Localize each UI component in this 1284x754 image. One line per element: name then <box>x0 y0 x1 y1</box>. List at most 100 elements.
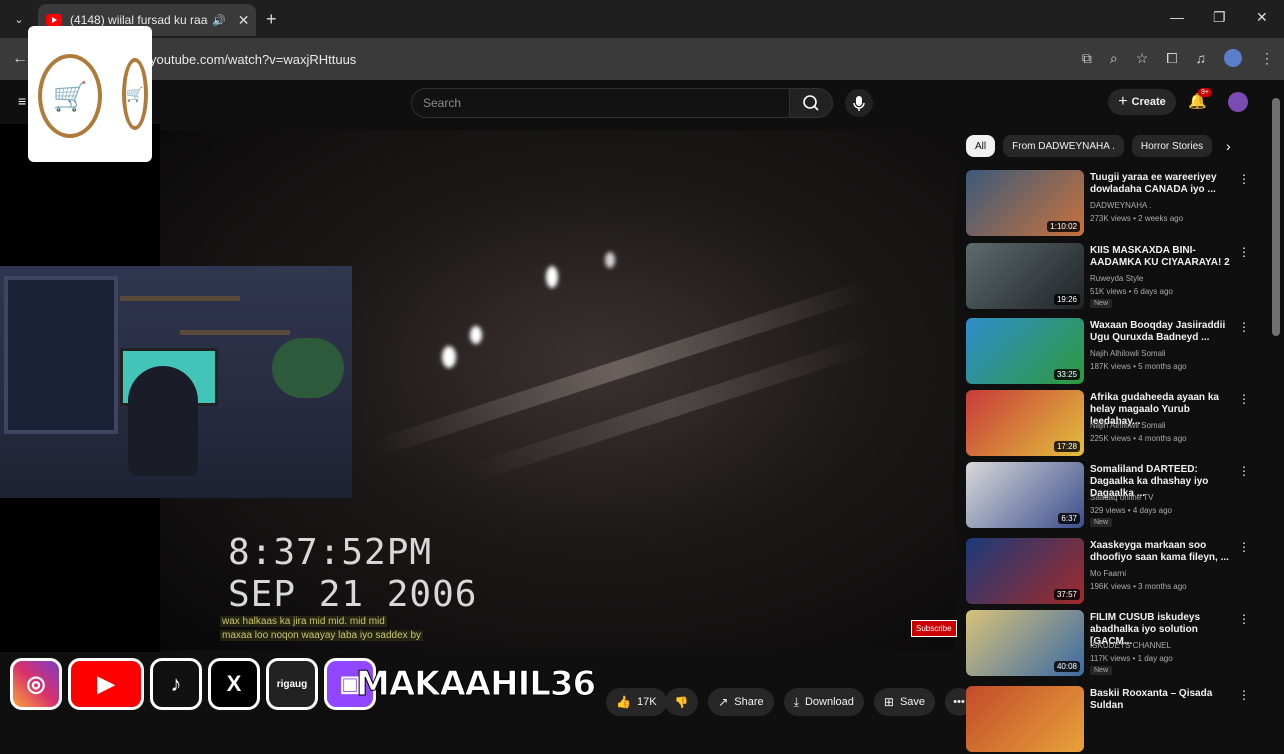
extensions-icon[interactable]: ⧠ <box>1166 50 1177 67</box>
download-icon: ⤓ <box>793 694 799 709</box>
browser-tabstrip: ⌄ (4148) wiilal fursad ku raadsa 🔊 ✕ + —… <box>0 0 1284 38</box>
video-timestamp-time: 8:37:52PM <box>228 532 433 573</box>
address-bar-url[interactable]: youtube.com/watch?v=waxjRHttuus <box>150 52 356 67</box>
video-thumbnail[interactable] <box>966 686 1084 752</box>
download-label: Download <box>804 696 854 708</box>
video-title[interactable]: KIIS MASKAXDA BINI-AADAMKA KU CIYAARAYA!… <box>1090 245 1236 269</box>
browser-menu-icon[interactable]: ⋮ <box>1260 50 1274 67</box>
more-options-icon[interactable]: ⋮ <box>1238 392 1250 406</box>
chip-horror-stories[interactable]: Horror Stories <box>1131 135 1213 157</box>
minimize-button[interactable]: — <box>1170 9 1184 25</box>
search-input[interactable]: Search <box>411 88 791 118</box>
share-button[interactable]: ↗ Share <box>708 688 774 716</box>
more-options-icon[interactable]: ⋮ <box>1238 172 1250 186</box>
video-title[interactable]: Tuugii yaraa ee wareeriyey dowladaha CAN… <box>1090 172 1236 196</box>
plant <box>272 338 344 398</box>
save-button[interactable]: ⊞ Save <box>873 688 936 716</box>
download-button[interactable]: ⤓ Download <box>783 688 864 716</box>
channel-name[interactable]: Najih Alhilowli Somali <box>1090 349 1166 358</box>
video-meta: 51K views • 6 days ago <box>1090 287 1173 296</box>
more-options-icon[interactable]: ⋮ <box>1238 320 1250 334</box>
video-thumbnail[interactable]: 37:57 <box>966 538 1084 604</box>
new-tab-button[interactable]: + <box>266 9 277 30</box>
guide-menu-icon[interactable]: ≡ <box>18 93 26 109</box>
video-thumbnail[interactable]: 6:37 <box>966 462 1084 528</box>
headlight <box>605 252 615 268</box>
chips-next-icon[interactable]: › <box>1226 138 1231 154</box>
subscribe-watermark[interactable]: Subscribe <box>911 620 957 637</box>
tab-title: (4148) wiilal fursad ku raadsa <box>70 13 208 27</box>
window-close-button[interactable]: ✕ <box>1256 9 1268 26</box>
channel-name[interactable]: Mo Faarni <box>1090 569 1126 578</box>
video-thumbnail[interactable]: 1:10:02 <box>966 170 1084 236</box>
tiktok-icon: ♪ <box>150 658 202 710</box>
video-meta: 187K views • 5 months ago <box>1090 362 1187 371</box>
new-badge: New <box>1090 518 1113 527</box>
create-button[interactable]: + Create <box>1108 89 1176 115</box>
video-thumbnail[interactable]: 19:26 <box>966 243 1084 309</box>
video-meta: 329 views • 4 days ago <box>1090 506 1172 515</box>
caption-line: maxaa loo noqon waayay laba iyo saddex b… <box>220 630 424 641</box>
video-thumbnail[interactable]: 17:28 <box>966 390 1084 456</box>
voice-search-button[interactable] <box>845 89 873 117</box>
recommendation-item[interactable]: 37:57 Xaaskeyga markaan soo dhoofiyo saan… <box>966 538 1256 606</box>
microphone-icon <box>853 96 865 111</box>
new-badge: New <box>1090 666 1113 675</box>
browser-toolbar: ← youtube.com/watch?v=waxjRHttuus ⧉ ⌕ ☆ … <box>0 38 1284 80</box>
recommendation-item[interactable]: 40:08 FILIM CUSUB iskudeys abadhalka iyo … <box>966 610 1256 678</box>
like-button[interactable]: 👍 17K <box>606 688 667 716</box>
video-title[interactable]: Baskii Rooxanta – Qisada Suldan <box>1090 688 1236 712</box>
more-options-icon[interactable]: ⋮ <box>1238 245 1250 259</box>
person-silhouette <box>128 366 198 476</box>
thumbs-down-icon: 👎 <box>674 696 689 709</box>
more-options-icon[interactable]: ⋮ <box>1238 612 1250 626</box>
youtube-header: ≡ Search + Create 🔔 9+ <box>0 80 1284 124</box>
tab-close-icon[interactable]: ✕ <box>238 12 250 29</box>
video-thumbnail[interactable]: 40:08 <box>966 610 1084 676</box>
video-duration: 17:28 <box>1053 441 1080 452</box>
search-button[interactable] <box>789 88 833 118</box>
account-avatar[interactable] <box>1228 92 1248 112</box>
headlight <box>546 266 558 288</box>
video-title[interactable]: Xaaskeyga markaan soo dhoofiyo saan kama… <box>1090 540 1236 564</box>
recommendation-item[interactable]: 6:37 Somaliland DARTEED: Dagaalka ka dhas… <box>966 462 1256 530</box>
zoom-icon[interactable]: ⌕ <box>1110 50 1118 67</box>
tab-list-button[interactable]: ⌄ <box>8 8 30 30</box>
video-thumbnail[interactable]: 33:25 <box>966 318 1084 384</box>
video-title[interactable]: Waxaan Booqday Jasiiraddii Ugu Quruxda B… <box>1090 320 1236 344</box>
scrollbar[interactable] <box>1272 98 1280 336</box>
more-options-icon[interactable]: ⋮ <box>1238 688 1250 702</box>
recommendation-item[interactable]: 33:25 Waxaan Booqday Jasiiraddii Ugu Quru… <box>966 318 1256 386</box>
share-icon: ↗ <box>718 695 729 709</box>
video-duration: 40:08 <box>1053 661 1080 672</box>
social-handle: MAKAAHIL36 <box>355 664 596 705</box>
city-window <box>4 276 118 434</box>
channel-name[interactable]: Najih Alhilowli Somali <box>1090 421 1166 430</box>
recommendation-item[interactable]: 1:10:02 Tuugii yaraa ee wareeriyey dowlad… <box>966 170 1256 238</box>
search-icon <box>803 95 819 111</box>
profile-avatar[interactable] <box>1224 49 1242 67</box>
recommendation-item[interactable]: Baskii Rooxanta – Qisada Suldan ⋮ <box>966 686 1256 754</box>
audio-playing-icon[interactable]: 🔊 <box>212 14 226 27</box>
install-app-icon[interactable]: ⧉ <box>1082 50 1092 67</box>
channel-name[interactable]: Ruweyda Style <box>1090 274 1143 283</box>
headlight <box>470 326 482 344</box>
chip-all[interactable]: All <box>966 135 996 157</box>
channel-name[interactable]: DADWEYNAHA . <box>1090 201 1151 210</box>
more-options-icon[interactable]: ⋮ <box>1238 464 1250 478</box>
channel-name[interactable]: Saadaq online TV <box>1090 493 1153 502</box>
video-meta: 225K views • 4 months ago <box>1090 434 1187 443</box>
channel-name[interactable]: ISKUDEYS CHANNEL <box>1090 641 1171 650</box>
maximize-button[interactable]: ❐ <box>1213 9 1226 26</box>
back-button[interactable]: ← <box>12 50 28 68</box>
dislike-button[interactable]: 👎 <box>664 688 699 716</box>
more-options-icon[interactable]: ⋮ <box>1238 540 1250 554</box>
recommendation-item[interactable]: 17:28 Afrika gudaheeda ayaan ka helay mag… <box>966 390 1256 458</box>
bookmark-star-icon[interactable]: ☆ <box>1136 50 1149 67</box>
video-actions: 👍 17K 👎 ↗ Share ⤓ Download ⊞ Save ••• <box>606 688 974 716</box>
recommendation-item[interactable]: 19:26 KIIS MASKAXDA BINI-AADAMKA KU CIYAA… <box>966 243 1256 311</box>
media-control-icon[interactable]: ♫ <box>1196 50 1207 66</box>
chip-from-channel[interactable]: From DADWEYNAHA . <box>1003 135 1124 157</box>
video-duration: 1:10:02 <box>1047 221 1080 232</box>
video-duration: 6:37 <box>1058 513 1080 524</box>
